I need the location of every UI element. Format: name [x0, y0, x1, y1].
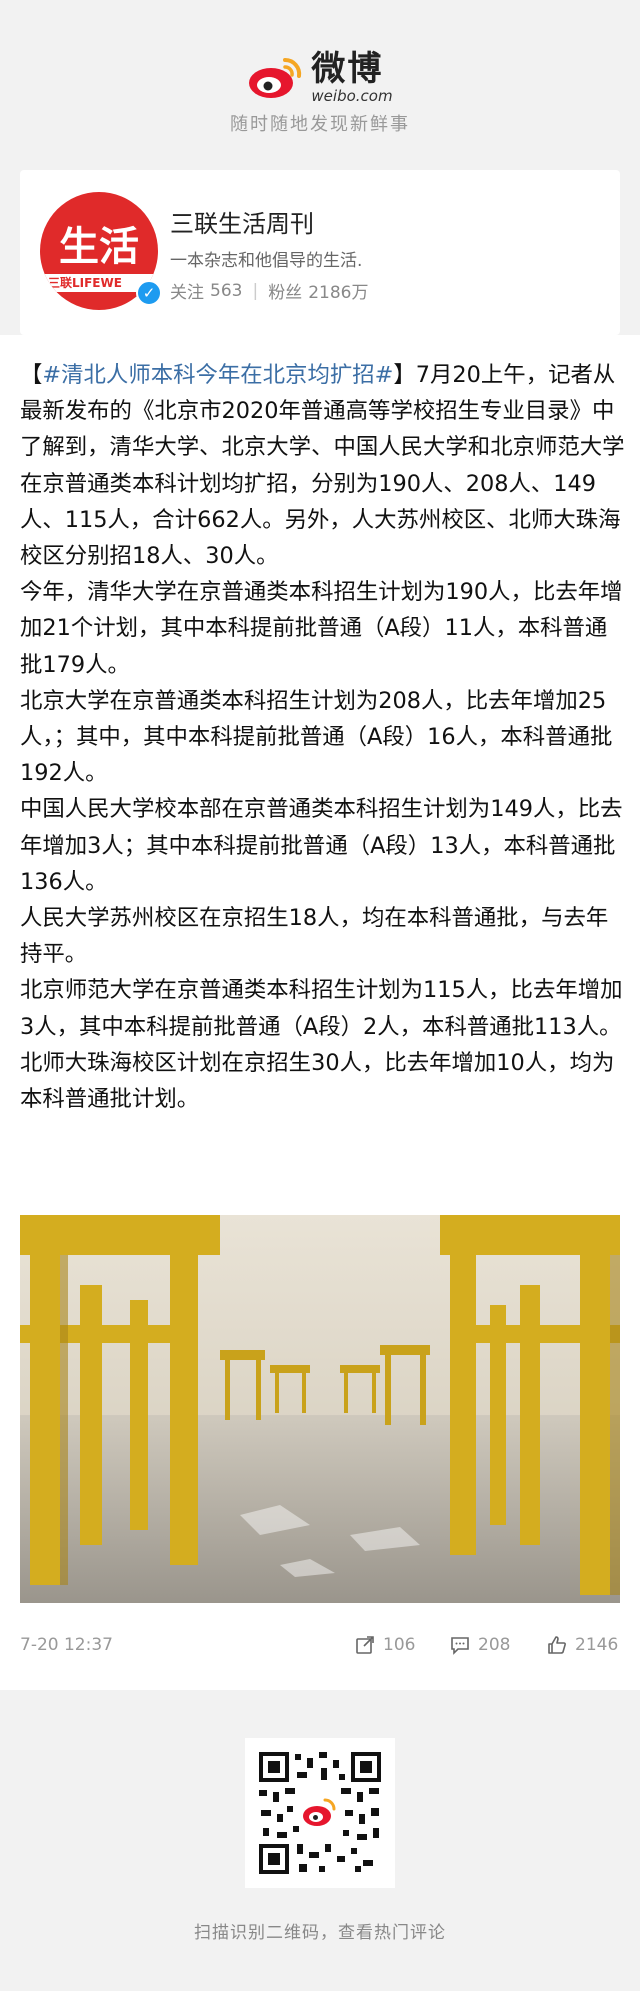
- profile-stats: 关注 563 | 粉丝 2186万: [170, 278, 369, 304]
- post-meta: 7-20 12:37 106 208 2146: [20, 1635, 620, 1665]
- open-bracket: 【: [20, 362, 43, 388]
- profile-card[interactable]: 生活 三联LIFEWE ✓ 三联生活周刊 一本杂志和他倡导的生活. 关注 563…: [20, 170, 620, 335]
- post-date: 7-20 12:37: [20, 1635, 113, 1655]
- comment-icon: [451, 1637, 469, 1655]
- repost-button[interactable]: 106: [355, 1635, 415, 1655]
- verified-icon: ✓: [136, 280, 162, 306]
- post-paragraph: 北京师范大学在京普通类本科招生计划为115人，比去年增加3人，其中本科提前批普通…: [20, 977, 623, 1040]
- hashtag-link[interactable]: #清北人师本科今年在北京均扩招#: [42, 362, 393, 388]
- comment-count: 208: [478, 1635, 511, 1655]
- qr-hint: 扫描识别二维码，查看热门评论: [194, 1923, 446, 1943]
- thumbs-up-icon: [548, 1636, 566, 1654]
- like-button[interactable]: 2146: [547, 1635, 618, 1655]
- post-paragraph: 北京大学在京普通类本科招生计划为208人，比去年增加25人，；其中，其中本科提前…: [20, 687, 613, 787]
- lead-text: 】7月20上午，记者从最新发布的《北京市2020年普通高等学校招生专业目录》中了…: [20, 362, 625, 570]
- weibo-logo[interactable]: 微博 weibo.com: [0, 50, 640, 104]
- post-paragraph: 北师大珠海校区计划在京招生30人，比去年增加10人，均为本科普通批计划。: [20, 1049, 615, 1113]
- post-text: 【#清北人师本科今年在北京均扩招#】7月20上午，记者从最新发布的《北京市202…: [20, 357, 625, 1117]
- post-paragraph: 人民大学苏州校区在京招生18人，均在本科普通批，与去年持平。: [20, 905, 609, 968]
- following-label: 关注: [170, 283, 204, 303]
- like-count: 2146: [575, 1635, 619, 1655]
- post-body: 【#清北人师本科今年在北京均扩招#】7月20上午，记者从最新发布的《北京市202…: [0, 335, 640, 1690]
- brand-domain: weibo.com: [311, 87, 393, 105]
- following-count: 563: [210, 280, 243, 301]
- brand-name: 微博: [311, 49, 384, 89]
- stats-divider: |: [252, 280, 259, 301]
- repost-icon: [356, 1636, 374, 1654]
- post-lead: 【#清北人师本科今年在北京均扩招#】7月20上午，记者从最新发布的《北京市202…: [20, 357, 625, 574]
- followers-count: 2186万: [308, 283, 369, 303]
- post-photo[interactable]: [20, 1215, 620, 1603]
- slogan: 随时随地发现新鲜事: [230, 114, 410, 135]
- profile-name[interactable]: 三联生活周刊: [170, 204, 314, 239]
- avatar-text: 生活: [59, 224, 139, 270]
- weibo-eye-icon: [247, 54, 305, 100]
- profile-bio: 一本杂志和他倡导的生活.: [170, 251, 363, 271]
- followers-label: 粉丝: [268, 283, 303, 303]
- post-paragraph: 中国人民大学校本部在京普通类本科招生计划为149人，比去年增加3人；其中本科提前…: [20, 796, 623, 895]
- comment-button[interactable]: 208: [450, 1635, 510, 1655]
- qr-code: [245, 1738, 395, 1888]
- repost-count: 106: [383, 1635, 416, 1655]
- post-paragraph: 今年，清华大学在京普通类本科招生计划为190人，比去年增加21个计划，其中本科提…: [20, 579, 623, 678]
